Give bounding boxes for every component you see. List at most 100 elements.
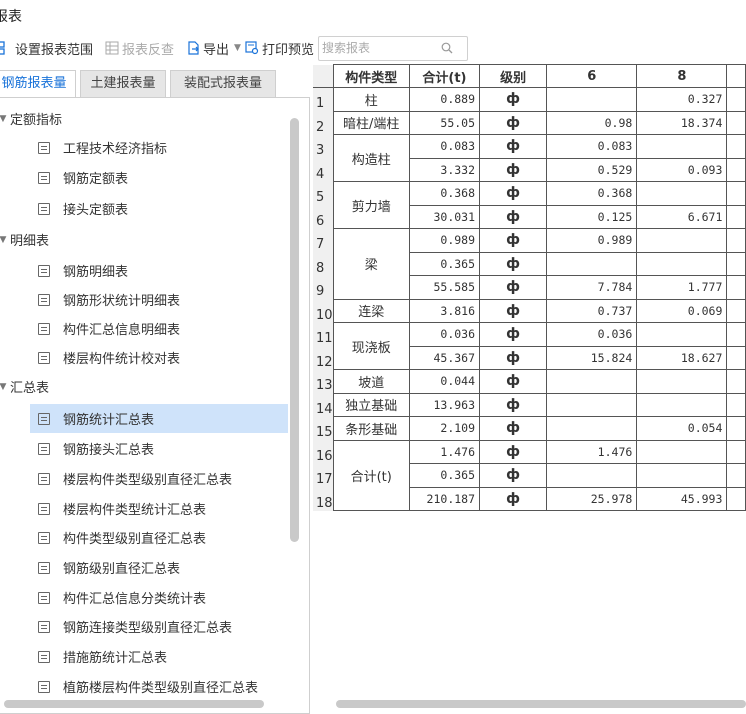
- header-component-type[interactable]: 构件类型: [332, 64, 410, 88]
- chevron-down-icon[interactable]: ▼: [0, 382, 10, 392]
- tree-item-label: 工程技术经济指标: [63, 142, 168, 157]
- tree-item-label: 钢筋统计汇总表: [63, 413, 155, 428]
- tree-item-floor-type-grade-diameter[interactable]: 楼层构件类型级别直径汇总表: [30, 464, 288, 493]
- tree-item-grade-diameter[interactable]: 钢筋级别直径汇总表: [30, 553, 288, 582]
- diameter-8-cell: [636, 251, 728, 276]
- tree-item-floor-type-stats[interactable]: 楼层构件类型统计汇总表: [30, 494, 288, 523]
- diameter-6-cell: 0.989: [546, 228, 638, 253]
- tree-group-quota-index[interactable]: ▼ 定额指标: [0, 104, 62, 133]
- tree-item-rebar-quota[interactable]: 钢筋定额表: [30, 163, 288, 192]
- set-range-label: 设置报表范围: [15, 42, 94, 58]
- diameter-6-cell: [546, 416, 638, 441]
- reverse-check-button[interactable]: 报表反查: [105, 36, 174, 60]
- tree-item-component-info-classified[interactable]: 构件汇总信息分类统计表: [30, 583, 288, 612]
- component-type-cell: 梁: [332, 228, 410, 300]
- tree-item-connection-type-grade[interactable]: 钢筋连接类型级别直径汇总表: [30, 612, 288, 641]
- total-cell: 0.889: [408, 87, 481, 112]
- document-icon: [38, 322, 50, 335]
- header-total[interactable]: 合计(t): [408, 64, 481, 88]
- document-icon: [38, 412, 50, 425]
- tree-item-label: 楼层构件统计校对表: [63, 352, 181, 367]
- document-icon: [38, 351, 50, 364]
- toolbar: 设置报表范围 报表反查 导出 ▼ 打印预览: [0, 32, 746, 64]
- header-diameter-6[interactable]: 6: [546, 64, 638, 88]
- header-grade[interactable]: 级别: [479, 64, 548, 88]
- table-header-row: 构件类型 合计(t) 级别 6 8: [313, 64, 746, 88]
- chevron-down-icon[interactable]: ▼: [0, 235, 10, 245]
- next-cell: [726, 87, 746, 112]
- diameter-6-cell: 15.824: [546, 345, 638, 370]
- diameter-8-cell: [636, 439, 728, 464]
- component-type-cell: 柱: [332, 87, 410, 112]
- print-preview-button[interactable]: 打印预览: [245, 36, 314, 60]
- tree-group-summary[interactable]: ▼ 汇总表: [0, 372, 49, 401]
- tab-prefab-report[interactable]: 装配式报表量: [170, 70, 276, 98]
- total-cell: 30.031: [408, 204, 481, 229]
- tab-civil-report[interactable]: 土建报表量: [80, 70, 166, 98]
- tree-group-detail[interactable]: ▼ 明细表: [0, 225, 49, 254]
- header-next-column: [726, 64, 746, 88]
- set-range-button[interactable]: 设置报表范围: [0, 36, 93, 60]
- tree-item-label: 措施筋统计汇总表: [63, 651, 168, 666]
- tree-item-label: 构件类型级别直径汇总表: [63, 532, 207, 547]
- grade-cell: ф: [479, 486, 548, 511]
- table-row[interactable]: 11 现浇板 0.036 ф 0.036: [313, 322, 746, 370]
- grade-cell: ф: [479, 134, 548, 159]
- next-cell: [726, 134, 746, 159]
- table-row[interactable]: 15 条形基础 2.109 ф 0.054: [313, 416, 746, 441]
- header-diameter-8[interactable]: 8: [636, 64, 728, 88]
- table-row[interactable]: 7 梁 0.989 ф 0.989: [313, 228, 746, 300]
- tab-rebar-report[interactable]: 钢筋报表量: [0, 70, 76, 98]
- tree-group-label: 明细表: [10, 234, 50, 249]
- document-icon: [38, 141, 50, 154]
- component-type-cell: 现浇板: [332, 322, 410, 370]
- tree-item-label: 植筋楼层构件类型级别直径汇总表: [63, 681, 259, 696]
- next-cell: [726, 486, 746, 511]
- document-icon: [38, 531, 50, 544]
- tree-vertical-scrollbar[interactable]: [290, 118, 299, 542]
- tree-item-component-summary-detail[interactable]: 构件汇总信息明细表: [30, 314, 288, 343]
- grid-horizontal-scrollbar[interactable]: [336, 700, 746, 708]
- document-icon: [38, 591, 50, 604]
- tree-item-floor-component-check[interactable]: 楼层构件统计校对表: [30, 343, 288, 372]
- grade-cell: ф: [479, 251, 548, 276]
- table-row[interactable]: 5 剪力墙 0.368 ф 0.368: [313, 181, 746, 229]
- diameter-8-cell: [636, 228, 728, 253]
- grade-cell: ф: [479, 157, 548, 182]
- tree-item-rebar-stats-summary[interactable]: 钢筋统计汇总表: [30, 404, 288, 433]
- tree-item-joint-quota[interactable]: 接头定额表: [30, 194, 288, 223]
- chevron-down-icon[interactable]: ▼: [0, 114, 10, 124]
- document-icon: [38, 442, 50, 455]
- tree-item-rebar-shape-detail[interactable]: 钢筋形状统计明细表: [30, 285, 288, 314]
- tree-item-tech-econ-index[interactable]: 工程技术经济指标: [30, 133, 288, 162]
- table-row[interactable]: 16 合计(t) 1.476 ф 1.476: [313, 439, 746, 511]
- tree-item-type-grade-diameter[interactable]: 构件类型级别直径汇总表: [30, 523, 288, 552]
- tree-item-rebar-joint-summary[interactable]: 钢筋接头汇总表: [30, 434, 288, 463]
- tree-item-measure-rebar-summary[interactable]: 措施筋统计汇总表: [30, 642, 288, 671]
- table-row[interactable]: 14 独立基础 13.963 ф: [313, 392, 746, 417]
- table-row[interactable]: 1 柱 0.889 ф 0.327: [313, 87, 746, 112]
- next-cell: [726, 416, 746, 441]
- row-number: 16: [313, 440, 334, 464]
- tree-item-planted-rebar-summary[interactable]: 植筋楼层构件类型级别直径汇总表: [30, 672, 288, 701]
- export-icon: [188, 41, 199, 55]
- total-cell: 3.816: [408, 298, 481, 323]
- report-search-box: [317, 35, 468, 61]
- table-row[interactable]: 2 暗柱/端柱 55.05 ф 0.98 18.374: [313, 110, 746, 135]
- search-icon[interactable]: [441, 42, 453, 54]
- table-row[interactable]: 10 连梁 3.816 ф 0.737 0.069: [313, 298, 746, 323]
- table-row[interactable]: 13 坡道 0.044 ф: [313, 369, 746, 394]
- total-cell: 0.083: [408, 134, 481, 159]
- diameter-6-cell: 25.978: [546, 486, 638, 511]
- tree-horizontal-scrollbar[interactable]: [4, 700, 264, 708]
- report-search-input[interactable]: [318, 36, 439, 60]
- tree-item-rebar-detail[interactable]: 钢筋明细表: [30, 256, 288, 285]
- export-dropdown-icon[interactable]: ▼: [234, 43, 241, 53]
- diameter-6-cell: [546, 463, 638, 488]
- total-cell: 13.963: [408, 392, 481, 417]
- row-number: 12: [313, 346, 334, 370]
- export-button[interactable]: 导出 ▼: [186, 36, 245, 60]
- document-icon: [38, 502, 50, 515]
- table-row[interactable]: 3 构造柱 0.083 ф 0.083: [313, 134, 746, 182]
- tree-item-label: 楼层构件类型统计汇总表: [63, 503, 207, 518]
